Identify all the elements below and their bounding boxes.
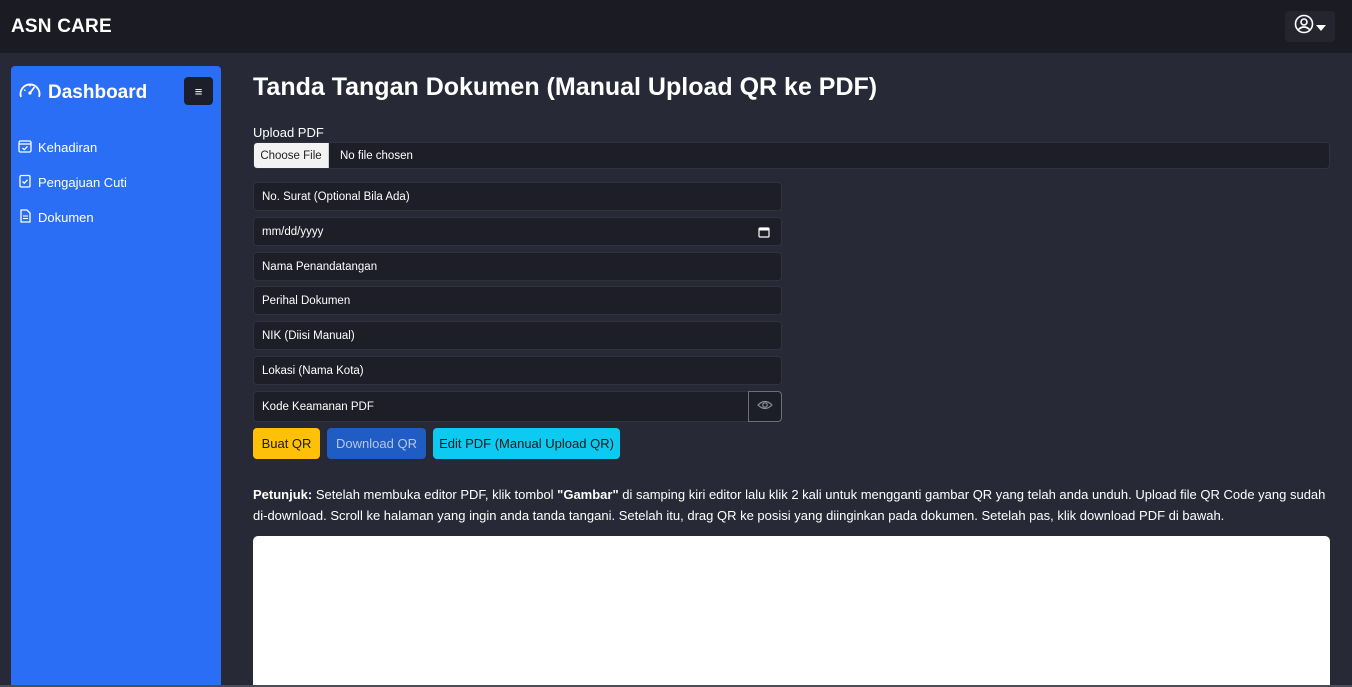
caret-down-icon [1316, 18, 1326, 36]
sidebar: Dashboard ≡ Kehadiran Pengajuan Cuti Dok… [11, 66, 221, 687]
calendar-icon[interactable] [758, 226, 770, 241]
date-input-value: mm/dd/yyyy [262, 225, 324, 238]
perihal-dokumen-input[interactable]: Perihal Dokumen [253, 286, 782, 315]
sidebar-toggle-button[interactable]: ≡ [184, 77, 213, 105]
edit-pdf-button[interactable]: Edit PDF (Manual Upload QR) [433, 428, 620, 459]
kode-keamanan-input[interactable]: Kode Keamanan PDF [253, 391, 749, 422]
page-title: Tanda Tangan Dokumen (Manual Upload QR k… [253, 73, 878, 101]
sidebar-item-pengajuan-cuti[interactable]: Pengajuan Cuti [18, 174, 127, 191]
sidebar-item-label: Pengajuan Cuti [38, 175, 127, 190]
file-text-icon [18, 209, 32, 226]
file-status-text: No file chosen [340, 149, 413, 162]
user-circle-icon [1294, 14, 1314, 39]
sidebar-item-dokumen[interactable]: Dokumen [18, 209, 94, 226]
pdf-file-input[interactable]: Choose File No file chosen [253, 142, 1330, 169]
calendar-check-icon [18, 139, 32, 156]
choose-file-button[interactable]: Choose File [254, 143, 329, 168]
pdf-editor-frame[interactable] [253, 536, 1330, 687]
no-surat-input[interactable]: No. Surat (Optional Bila Ada) [253, 182, 782, 211]
sidebar-item-label: Dokumen [38, 210, 94, 225]
buat-qr-button[interactable]: Buat QR [253, 428, 320, 459]
eye-icon [757, 398, 773, 416]
instructions-text: Petunjuk: Setelah membuka editor PDF, kl… [253, 484, 1333, 526]
top-navbar: ASN CARE [0, 0, 1352, 53]
clipboard-check-icon [18, 174, 32, 191]
nama-penandatangan-input[interactable]: Nama Penandatangan [253, 252, 782, 281]
instructions-part1: Setelah membuka editor PDF, klik tombol [312, 487, 558, 502]
brand-logo[interactable]: ASN CARE [11, 16, 112, 38]
instructions-keyword: "Gambar" [557, 487, 619, 502]
sidebar-title-label: Dashboard [48, 82, 148, 103]
date-input[interactable]: mm/dd/yyyy [253, 217, 782, 246]
nik-input[interactable]: NIK (Diisi Manual) [253, 321, 782, 350]
instructions-label: Petunjuk: [253, 487, 313, 502]
sidebar-title[interactable]: Dashboard [18, 80, 147, 106]
upload-pdf-label: Upload PDF [253, 125, 324, 140]
speedometer-icon [18, 80, 42, 106]
download-qr-button[interactable]: Download QR [327, 428, 426, 459]
sidebar-item-label: Kehadiran [38, 140, 98, 155]
toggle-password-button[interactable] [748, 391, 782, 422]
user-menu-button[interactable] [1285, 11, 1335, 42]
lokasi-input[interactable]: Lokasi (Nama Kota) [253, 356, 782, 385]
sidebar-item-kehadiran[interactable]: Kehadiran [18, 139, 97, 156]
